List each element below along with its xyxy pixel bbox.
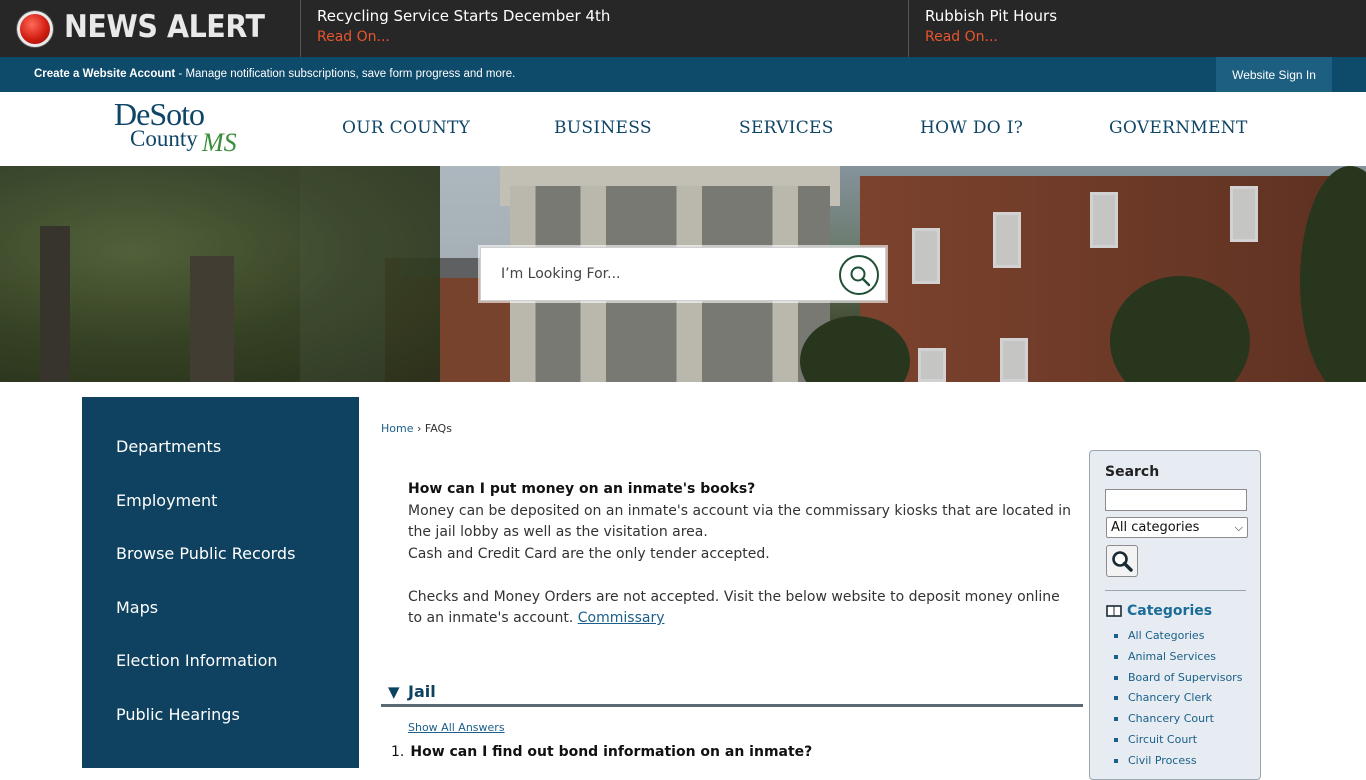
faq-answer-block: How can I put money on an inmate's books…	[408, 479, 1078, 630]
alert-read-on-link[interactable]: Read On...	[925, 29, 1057, 45]
alert-read-on-link[interactable]: Read On...	[317, 29, 610, 45]
category-link-chancery-clerk[interactable]: Chancery Clerk	[1114, 691, 1242, 712]
faq-search-panel: Search All categories ⌵ Categories All Ca…	[1089, 450, 1261, 780]
faq-answer-paragraph: Cash and Credit Card are the only tender…	[408, 545, 770, 562]
category-link-chancery-court[interactable]: Chancery Court	[1114, 712, 1242, 733]
account-message: Create a Website Account - Manage notifi…	[34, 68, 515, 80]
commissary-link[interactable]: Commissary	[578, 610, 665, 626]
book-icon	[1106, 605, 1122, 617]
faq-section-header[interactable]: ▼ Jail	[381, 681, 1083, 707]
nav-services[interactable]: SERVICES	[739, 118, 834, 138]
faq-search-input[interactable]	[1105, 489, 1247, 511]
alert-headline[interactable]: Rubbish Pit Hours	[925, 7, 1057, 25]
site-search-button[interactable]	[839, 255, 879, 295]
sidebar-item-public-hearings[interactable]: Public Hearings	[116, 705, 240, 724]
faq-answer-text: Checks and Money Orders are not accepted…	[408, 588, 1060, 627]
faq-item-number: 1.	[391, 744, 405, 760]
category-link-circuit-court[interactable]: Circuit Court	[1114, 733, 1242, 754]
alert-divider	[300, 0, 301, 57]
breadcrumb: Home › FAQs	[381, 422, 452, 435]
news-alert-label: NEWS ALERT	[64, 9, 265, 45]
logo-line-county: County	[130, 126, 198, 151]
nav-how-do-i[interactable]: HOW DO I?	[920, 118, 1023, 138]
category-select[interactable]: All categories ⌵	[1106, 517, 1248, 538]
alert-item-rubbish[interactable]: Rubbish Pit Hours Read On...	[925, 7, 1057, 45]
categories-list: All Categories Animal Services Board of …	[1114, 629, 1242, 775]
show-all-answers-link[interactable]: Show All Answers	[408, 721, 505, 734]
alert-divider	[908, 0, 909, 57]
faq-list-item[interactable]: 1. How can I find out bond information on…	[391, 744, 812, 760]
alert-item-recycling[interactable]: Recycling Service Starts December 4th Re…	[317, 7, 610, 45]
site-header: DeSoto County MS OUR COUNTY BUSINESS SER…	[0, 92, 1366, 166]
site-search-box[interactable]: I’m Looking For...	[480, 247, 886, 301]
categories-title: Categories	[1127, 603, 1213, 619]
news-alert-title: NEWS ALERT	[0, 0, 300, 57]
website-sign-in-button[interactable]: Website Sign In	[1216, 57, 1332, 92]
category-link-civil-process[interactable]: Civil Process	[1114, 754, 1242, 775]
sidebar-item-election-information[interactable]: Election Information	[116, 651, 278, 670]
desoto-county-logo[interactable]: DeSoto County MS	[114, 96, 254, 160]
collapse-triangle-icon[interactable]: ▼	[388, 683, 400, 701]
sidebar-item-maps[interactable]: Maps	[116, 598, 158, 617]
nav-business[interactable]: BUSINESS	[554, 118, 652, 138]
breadcrumb-separator: ›	[416, 422, 422, 435]
faq-search-button[interactable]	[1106, 545, 1138, 577]
account-bar: Create a Website Account - Manage notifi…	[0, 57, 1366, 92]
news-alert-bar: NEWS ALERT Recycling Service Starts Dece…	[0, 0, 1366, 57]
alert-headline[interactable]: Recycling Service Starts December 4th	[317, 7, 610, 25]
faq-section-title[interactable]: Jail	[408, 682, 436, 701]
faq-answer-paragraph: Money can be deposited on an inmate's ac…	[408, 502, 1072, 541]
account-description: - Manage notification subscriptions, sav…	[175, 68, 516, 80]
create-account-link[interactable]: Create a Website Account	[34, 68, 175, 80]
sidebar-item-departments[interactable]: Departments	[116, 437, 221, 456]
breadcrumb-current: FAQs	[424, 422, 452, 435]
faq-spacer	[408, 565, 1078, 587]
chevron-down-icon: ⌵	[1234, 521, 1243, 534]
panel-divider	[1105, 590, 1246, 591]
sidebar-item-employment[interactable]: Employment	[116, 491, 217, 510]
category-link-animal-services[interactable]: Animal Services	[1114, 650, 1242, 671]
sidebar-item-browse-public-records[interactable]: Browse Public Records	[116, 544, 295, 563]
nav-our-county[interactable]: OUR COUNTY	[342, 118, 470, 138]
search-icon	[850, 266, 871, 287]
faq-item-question[interactable]: How can I find out bond information on a…	[410, 744, 812, 760]
breadcrumb-home-link[interactable]: Home	[381, 422, 413, 435]
logo-line-ms: MS	[202, 128, 237, 157]
alert-light-icon	[17, 11, 53, 47]
faq-search-label: Search	[1105, 464, 1160, 480]
sidebar-menu: Departments Employment Browse Public Rec…	[82, 397, 359, 768]
site-search-input[interactable]: I’m Looking For...	[501, 266, 621, 282]
category-link-all-categories[interactable]: All Categories	[1114, 629, 1242, 650]
faq-answer-paragraph: Checks and Money Orders are not accepted…	[408, 587, 1078, 630]
search-icon	[1112, 551, 1133, 572]
faq-question: How can I put money on an inmate's books…	[408, 481, 756, 497]
category-link-board-of-supervisors[interactable]: Board of Supervisors	[1114, 671, 1242, 692]
nav-government[interactable]: GOVERNMENT	[1109, 118, 1248, 138]
category-select-value: All categories	[1111, 520, 1200, 535]
